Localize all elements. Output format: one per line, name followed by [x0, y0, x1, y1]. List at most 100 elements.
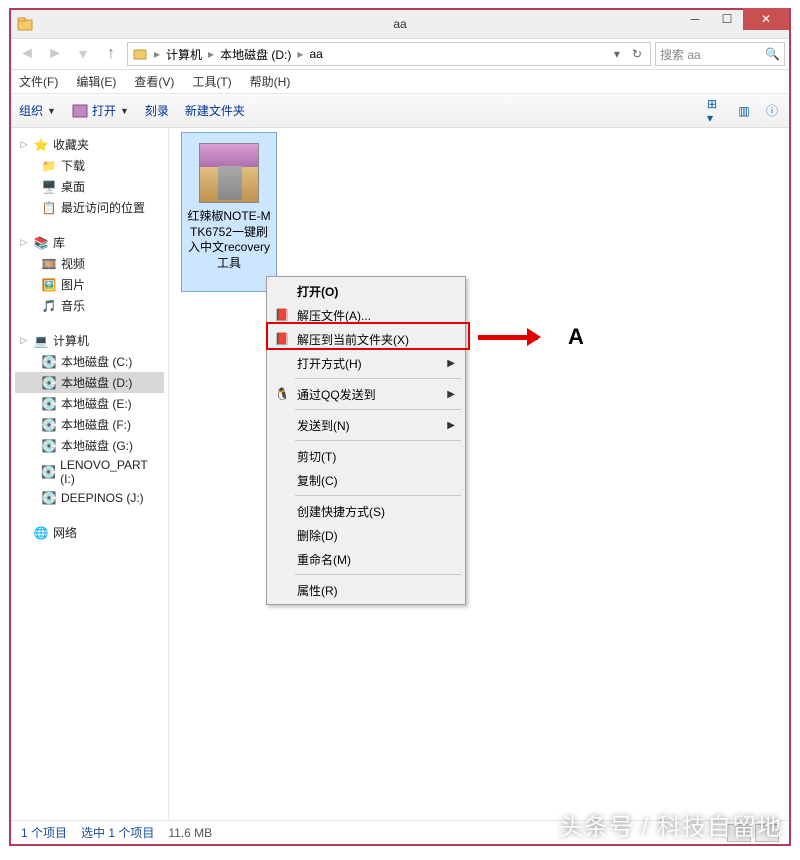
drive-icon: 💽	[41, 490, 57, 506]
folder-icon	[17, 16, 33, 32]
ctx-shortcut[interactable]: 创建快捷方式(S)	[269, 499, 463, 523]
view-tiles-button[interactable]	[755, 824, 779, 842]
chevron-right-icon: ▶	[447, 420, 455, 431]
sidebar-favorites[interactable]: ▷⭐收藏夹	[15, 134, 164, 155]
sidebar-item-drive-e[interactable]: 💽本地磁盘 (E:)	[15, 393, 164, 414]
sidebar-item-drive-c[interactable]: 💽本地磁盘 (C:)	[15, 351, 164, 372]
file-pane[interactable]: 红辣椒NOTE-MTK6752一键刷入中文recovery工具	[169, 128, 789, 820]
video-icon: 🎞️	[41, 256, 57, 272]
file-item-selected[interactable]: 红辣椒NOTE-MTK6752一键刷入中文recovery工具	[181, 132, 277, 292]
titlebar: aa ─ ☐ ✕	[11, 10, 789, 38]
separator	[295, 409, 461, 410]
music-icon: 🎵	[41, 298, 57, 314]
sidebar-item-downloads[interactable]: 📁下载	[15, 155, 164, 176]
sidebar-item-drive-f[interactable]: 💽本地磁盘 (F:)	[15, 414, 164, 435]
ctx-cut[interactable]: 剪切(T)	[269, 444, 463, 468]
sidebar-item-drive-j[interactable]: 💽DEEPINOS (J:)	[15, 488, 164, 508]
sidebar-libraries[interactable]: ▷📚库	[15, 232, 164, 253]
archive-icon: 📕	[273, 308, 291, 322]
drive-icon: 💽	[41, 375, 57, 391]
sidebar-item-recent[interactable]: 📋最近访问的位置	[15, 197, 164, 218]
window-title: aa	[393, 17, 406, 31]
ctx-copy[interactable]: 复制(C)	[269, 468, 463, 492]
up-button[interactable]: ↑	[99, 42, 123, 66]
maximize-button[interactable]: ☐	[711, 8, 743, 30]
ctx-rename[interactable]: 重命名(M)	[269, 547, 463, 571]
ctx-open[interactable]: 打开(O)	[269, 279, 463, 303]
search-input[interactable]: 搜索 aa 🔍	[655, 42, 785, 66]
menu-edit[interactable]: 编辑(E)	[76, 73, 116, 90]
menu-file[interactable]: 文件(F)	[19, 73, 58, 90]
crumb-folder[interactable]: aa	[309, 47, 322, 61]
sidebar-item-desktop[interactable]: 🖥️桌面	[15, 176, 164, 197]
separator	[295, 495, 461, 496]
sidebar-item-pictures[interactable]: 🖼️图片	[15, 274, 164, 295]
address-bar: ◄ ► ▾ ↑ ▸ 计算机 ▸ 本地磁盘 (D:) ▸ aa ▾ ↻ 搜索 aa…	[11, 38, 789, 70]
new-folder-button[interactable]: 新建文件夹	[185, 102, 245, 119]
ctx-send-to[interactable]: 发送到(N)▶	[269, 413, 463, 437]
crumb-drive[interactable]: 本地磁盘 (D:)	[220, 46, 291, 63]
ctx-properties[interactable]: 属性(R)	[269, 578, 463, 602]
chevron-down-icon[interactable]: ▾	[610, 47, 624, 61]
context-menu: 打开(O) 📕解压文件(A)... 📕解压到当前文件夹(X) 打开方式(H)▶ …	[266, 276, 466, 605]
ctx-delete[interactable]: 删除(D)	[269, 523, 463, 547]
annotation-arrow: A	[478, 324, 584, 350]
separator	[295, 440, 461, 441]
forward-button[interactable]: ►	[43, 42, 67, 66]
file-name: 红辣椒NOTE-MTK6752一键刷入中文recovery工具	[186, 209, 272, 271]
search-placeholder: 搜索 aa	[660, 46, 701, 63]
sidebar-network[interactable]: 🌐网络	[15, 522, 164, 543]
sidebar: ▷⭐收藏夹 📁下载 🖥️桌面 📋最近访问的位置 ▷📚库 🎞️视频 🖼️图片 🎵音…	[11, 128, 169, 820]
menu-tools[interactable]: 工具(T)	[192, 73, 231, 90]
recent-button[interactable]: ▾	[71, 42, 95, 66]
network-icon: 🌐	[33, 525, 49, 541]
picture-icon: 🖼️	[41, 277, 57, 293]
view-options-button[interactable]: ⊞ ▾	[707, 102, 725, 120]
menubar: 文件(F) 编辑(E) 查看(V) 工具(T) 帮助(H)	[11, 70, 789, 94]
burn-button[interactable]: 刻录	[145, 102, 169, 119]
back-button[interactable]: ◄	[15, 42, 39, 66]
organize-button[interactable]: 组织▼	[19, 102, 56, 119]
sidebar-computer[interactable]: ▷💻计算机	[15, 330, 164, 351]
status-selected: 选中 1 个项目	[81, 824, 154, 841]
breadcrumb[interactable]: ▸ 计算机 ▸ 本地磁盘 (D:) ▸ aa ▾ ↻	[127, 42, 651, 66]
view-details-button[interactable]	[727, 824, 751, 842]
folder-icon: 📁	[41, 158, 57, 174]
status-item-count: 1 个项目	[21, 824, 67, 841]
ctx-extract-files[interactable]: 📕解压文件(A)...	[269, 303, 463, 327]
sidebar-item-music[interactable]: 🎵音乐	[15, 295, 164, 316]
archive-icon	[199, 143, 259, 203]
crumb-computer[interactable]: 计算机	[166, 46, 202, 63]
menu-help[interactable]: 帮助(H)	[250, 73, 291, 90]
preview-pane-button[interactable]: ▥	[735, 102, 753, 120]
separator	[295, 574, 461, 575]
search-icon: 🔍	[765, 47, 780, 61]
ctx-send-qq[interactable]: 🐧通过QQ发送到▶	[269, 382, 463, 406]
open-button[interactable]: 打开▼	[72, 102, 129, 119]
star-icon: ⭐	[33, 137, 49, 153]
sidebar-item-drive-d[interactable]: 💽本地磁盘 (D:)	[15, 372, 164, 393]
help-icon[interactable]: ⓘ	[763, 102, 781, 120]
folder-icon	[132, 46, 148, 62]
drive-icon: 💽	[41, 464, 56, 480]
sidebar-item-videos[interactable]: 🎞️视频	[15, 253, 164, 274]
sidebar-item-drive-i[interactable]: 💽LENOVO_PART (I:)	[15, 456, 164, 488]
ctx-open-with[interactable]: 打开方式(H)▶	[269, 351, 463, 375]
sidebar-item-drive-g[interactable]: 💽本地磁盘 (G:)	[15, 435, 164, 456]
drive-icon: 💽	[41, 438, 57, 454]
archive-icon: 📕	[273, 332, 291, 346]
drive-icon: 💽	[41, 354, 57, 370]
library-icon: 📚	[33, 235, 49, 251]
qq-icon: 🐧	[273, 387, 291, 401]
menu-view[interactable]: 查看(V)	[134, 73, 174, 90]
recent-icon: 📋	[41, 200, 57, 216]
minimize-button[interactable]: ─	[679, 8, 711, 30]
ctx-extract-here[interactable]: 📕解压到当前文件夹(X)	[269, 327, 463, 351]
close-button[interactable]: ✕	[743, 8, 789, 30]
arrow-icon	[478, 335, 538, 340]
desktop-icon: 🖥️	[41, 179, 57, 195]
separator	[295, 378, 461, 379]
computer-icon: 💻	[33, 333, 49, 349]
archive-icon	[72, 103, 88, 119]
refresh-icon[interactable]: ↻	[628, 47, 646, 61]
